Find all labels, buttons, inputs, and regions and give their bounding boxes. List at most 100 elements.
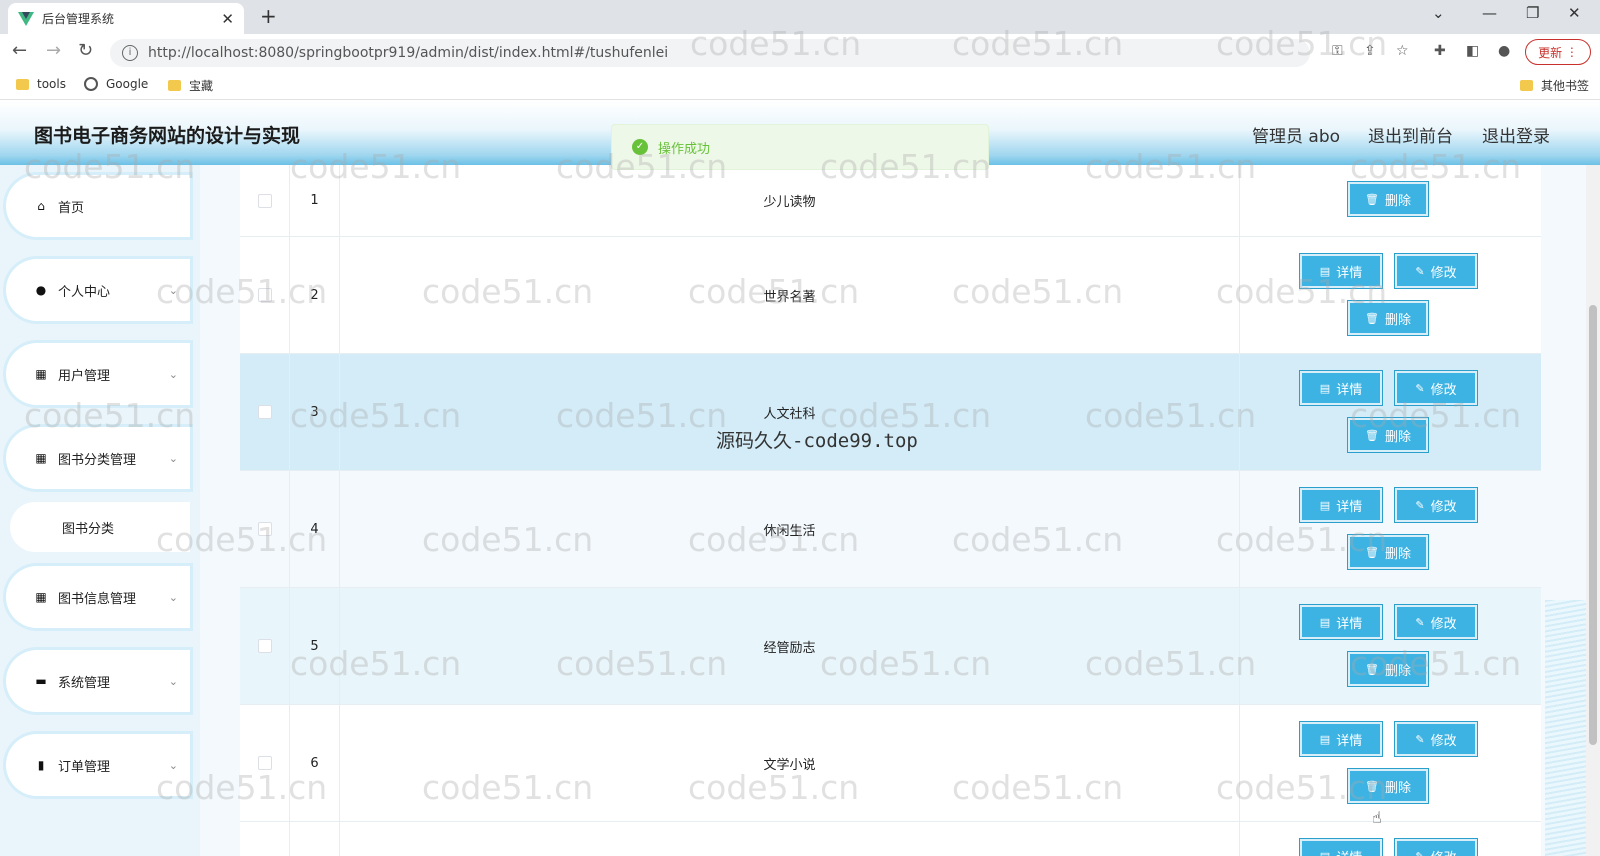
bookmark-other[interactable]: 其他书签 (1520, 77, 1589, 94)
delete-button[interactable]: 🗑 删除 (1348, 301, 1428, 335)
bookmark-tools[interactable]: tools (16, 77, 66, 91)
bookmark-treasure[interactable]: 宝藏 (168, 77, 213, 94)
table-row: 4 休闲生活 ▤ 详情 ✎ 修改 🗑 删除 (240, 471, 1541, 588)
chevron-down-icon: ⌄ (168, 283, 178, 297)
close-tab-icon[interactable]: ✕ (221, 10, 234, 28)
row-category-name: 经管励志 (340, 588, 1240, 704)
edit-button[interactable]: ✎修改 (1395, 722, 1477, 756)
edit-button[interactable]: ✎修改 (1395, 605, 1477, 639)
check-circle-icon: ✓ (632, 139, 648, 155)
table-row: ▤详情 ✎修改 (240, 822, 1541, 856)
url-text: http://localhost:8080/springbootpr919/ad… (148, 45, 669, 61)
extensions-icon[interactable]: ✚ (1434, 43, 1446, 59)
delete-button[interactable]: 🗑 删除 (1348, 769, 1428, 803)
browser-tab[interactable]: 后台管理系统 ✕ (8, 3, 244, 34)
briefcase-icon: ▬ (35, 674, 47, 688)
pencil-icon: ✎ (1415, 498, 1425, 512)
sidebar-item-home[interactable]: ⌂ 首页 (6, 175, 190, 237)
chevron-down-icon: ⌄ (168, 367, 178, 381)
sidebar-item-orders[interactable]: ▮ 订单管理 ⌄ (6, 734, 190, 796)
admin-label: 管理员 abo (1252, 127, 1341, 147)
maximize-icon[interactable]: ❐ (1526, 4, 1539, 22)
delete-button[interactable]: 🗑 删除 (1348, 652, 1428, 686)
back-icon[interactable]: ← (12, 40, 27, 61)
new-tab-icon[interactable]: + (260, 4, 277, 28)
row-checkbox[interactable] (257, 288, 272, 302)
detail-button[interactable]: ▤详情 (1300, 371, 1382, 405)
grid-icon: ▦ (35, 451, 47, 465)
chevron-down-icon: ⌄ (168, 674, 178, 688)
update-button[interactable]: 更新 ⋮ (1525, 39, 1591, 65)
row-checkbox[interactable] (257, 193, 272, 208)
logout-link[interactable]: 退出登录 (1482, 122, 1550, 147)
row-index: 3 (290, 354, 340, 470)
row-checkbox[interactable] (257, 756, 272, 770)
pencil-icon: ✎ (1415, 381, 1425, 395)
table-row: 6 文学小说 ▤ 详情 ✎ 修改 🗑 删除 (240, 705, 1541, 822)
row-index: 2 (290, 237, 340, 353)
scrollbar[interactable] (1586, 165, 1600, 856)
globe-icon (84, 77, 98, 91)
decorative-waves (1545, 600, 1586, 856)
chevron-down-icon: ⌄ (168, 451, 178, 465)
table-row: 3 人文社科 ▤ 详情 ✎ 修改 🗑 删除 (240, 354, 1541, 471)
document-icon: ▤ (1319, 615, 1331, 629)
delete-button[interactable]: 🗑 删除 (1348, 418, 1428, 452)
star-icon[interactable]: ☆ (1396, 43, 1409, 59)
minimize-icon[interactable]: — (1482, 4, 1497, 22)
row-category-name: 文学小说 (340, 705, 1240, 821)
detail-button[interactable]: ▤详情 (1300, 839, 1382, 856)
back-to-front-link[interactable]: 退出到前台 (1368, 122, 1453, 147)
detail-button[interactable]: ▤详情 (1300, 605, 1382, 639)
pencil-icon: ✎ (1415, 615, 1425, 629)
tab-search-icon[interactable]: ⌄ (1432, 4, 1445, 22)
profile-icon[interactable]: ● (1498, 43, 1510, 59)
detail-button[interactable]: ▤详情 (1300, 722, 1382, 756)
sidebar-subitem-category[interactable]: 图书分类 (10, 502, 190, 552)
edit-button[interactable]: ✎修改 (1395, 254, 1477, 288)
scrollbar-thumb[interactable] (1589, 305, 1597, 745)
site-info-icon[interactable]: i (122, 45, 138, 61)
bookmark-google[interactable]: Google (84, 77, 148, 91)
folder-icon (1520, 80, 1533, 91)
chevron-down-icon: ⌄ (168, 758, 178, 772)
trash-icon: 🗑 (1365, 192, 1379, 206)
share-icon[interactable]: ⇪ (1364, 43, 1376, 59)
grid-icon: ▦ (35, 590, 47, 604)
main-content: 1 少儿读物 🗑 删除 2 世界名著 ▤ 详情 ✎ 修改 🗑 删除 3 人文社科 ▤ 详情… (200, 165, 1586, 856)
sidebar-item-book-info[interactable]: ▦ 图书信息管理 ⌄ (6, 566, 190, 628)
row-checkbox[interactable] (257, 405, 272, 419)
detail-button[interactable]: ▤详情 (1300, 488, 1382, 522)
sidebar-item-system[interactable]: ▬ 系统管理 ⌄ (6, 650, 190, 712)
edit-button[interactable]: ✎修改 (1395, 839, 1477, 856)
delete-button[interactable]: 🗑 删除 (1348, 182, 1428, 216)
sidebar-item-users[interactable]: ▦ 用户管理 ⌄ (6, 343, 190, 405)
delete-button[interactable]: 🗑 删除 (1348, 535, 1428, 569)
toast-message: 操作成功 (658, 141, 711, 157)
forward-icon[interactable]: → (46, 40, 61, 61)
row-checkbox[interactable] (257, 639, 272, 653)
bar-chart-icon: ▮ (37, 758, 45, 772)
key-icon[interactable]: ⚿ (1332, 43, 1343, 59)
sidepanel-icon[interactable]: ◧ (1466, 43, 1479, 59)
edit-button[interactable]: ✎修改 (1395, 371, 1477, 405)
sidebar-item-category-mgmt[interactable]: ▦ 图书分类管理 ⌄ (6, 427, 190, 489)
trash-icon: 🗑 (1365, 662, 1379, 676)
row-category-name: 休闲生活 (340, 471, 1240, 587)
pencil-icon: ✎ (1415, 264, 1425, 278)
document-icon: ▤ (1319, 381, 1331, 395)
chevron-down-icon: ⌄ (168, 590, 178, 604)
reload-icon[interactable]: ↻ (78, 40, 93, 61)
detail-button[interactable]: ▤详情 (1300, 254, 1382, 288)
trash-icon: 🗑 (1365, 779, 1379, 793)
category-table: 1 少儿读物 🗑 删除 2 世界名著 ▤ 详情 ✎ 修改 🗑 删除 3 人文社科 ▤ 详情… (240, 165, 1541, 856)
sidebar: ⌂ 首页 ● 个人中心 ⌄ ▦ 用户管理 ⌄ ▦ 图书分类管理 ⌄ 图书分类 ▦… (0, 165, 200, 856)
document-icon: ▤ (1319, 732, 1331, 746)
sidebar-item-profile[interactable]: ● 个人中心 ⌄ (6, 259, 190, 321)
document-icon: ▤ (1319, 498, 1331, 512)
trash-icon: 🗑 (1365, 311, 1379, 325)
url-field[interactable]: i http://localhost:8080/springbootpr919/… (110, 39, 1310, 67)
close-window-icon[interactable]: ✕ (1568, 4, 1581, 22)
edit-button[interactable]: ✎修改 (1395, 488, 1477, 522)
row-checkbox[interactable] (257, 522, 272, 536)
